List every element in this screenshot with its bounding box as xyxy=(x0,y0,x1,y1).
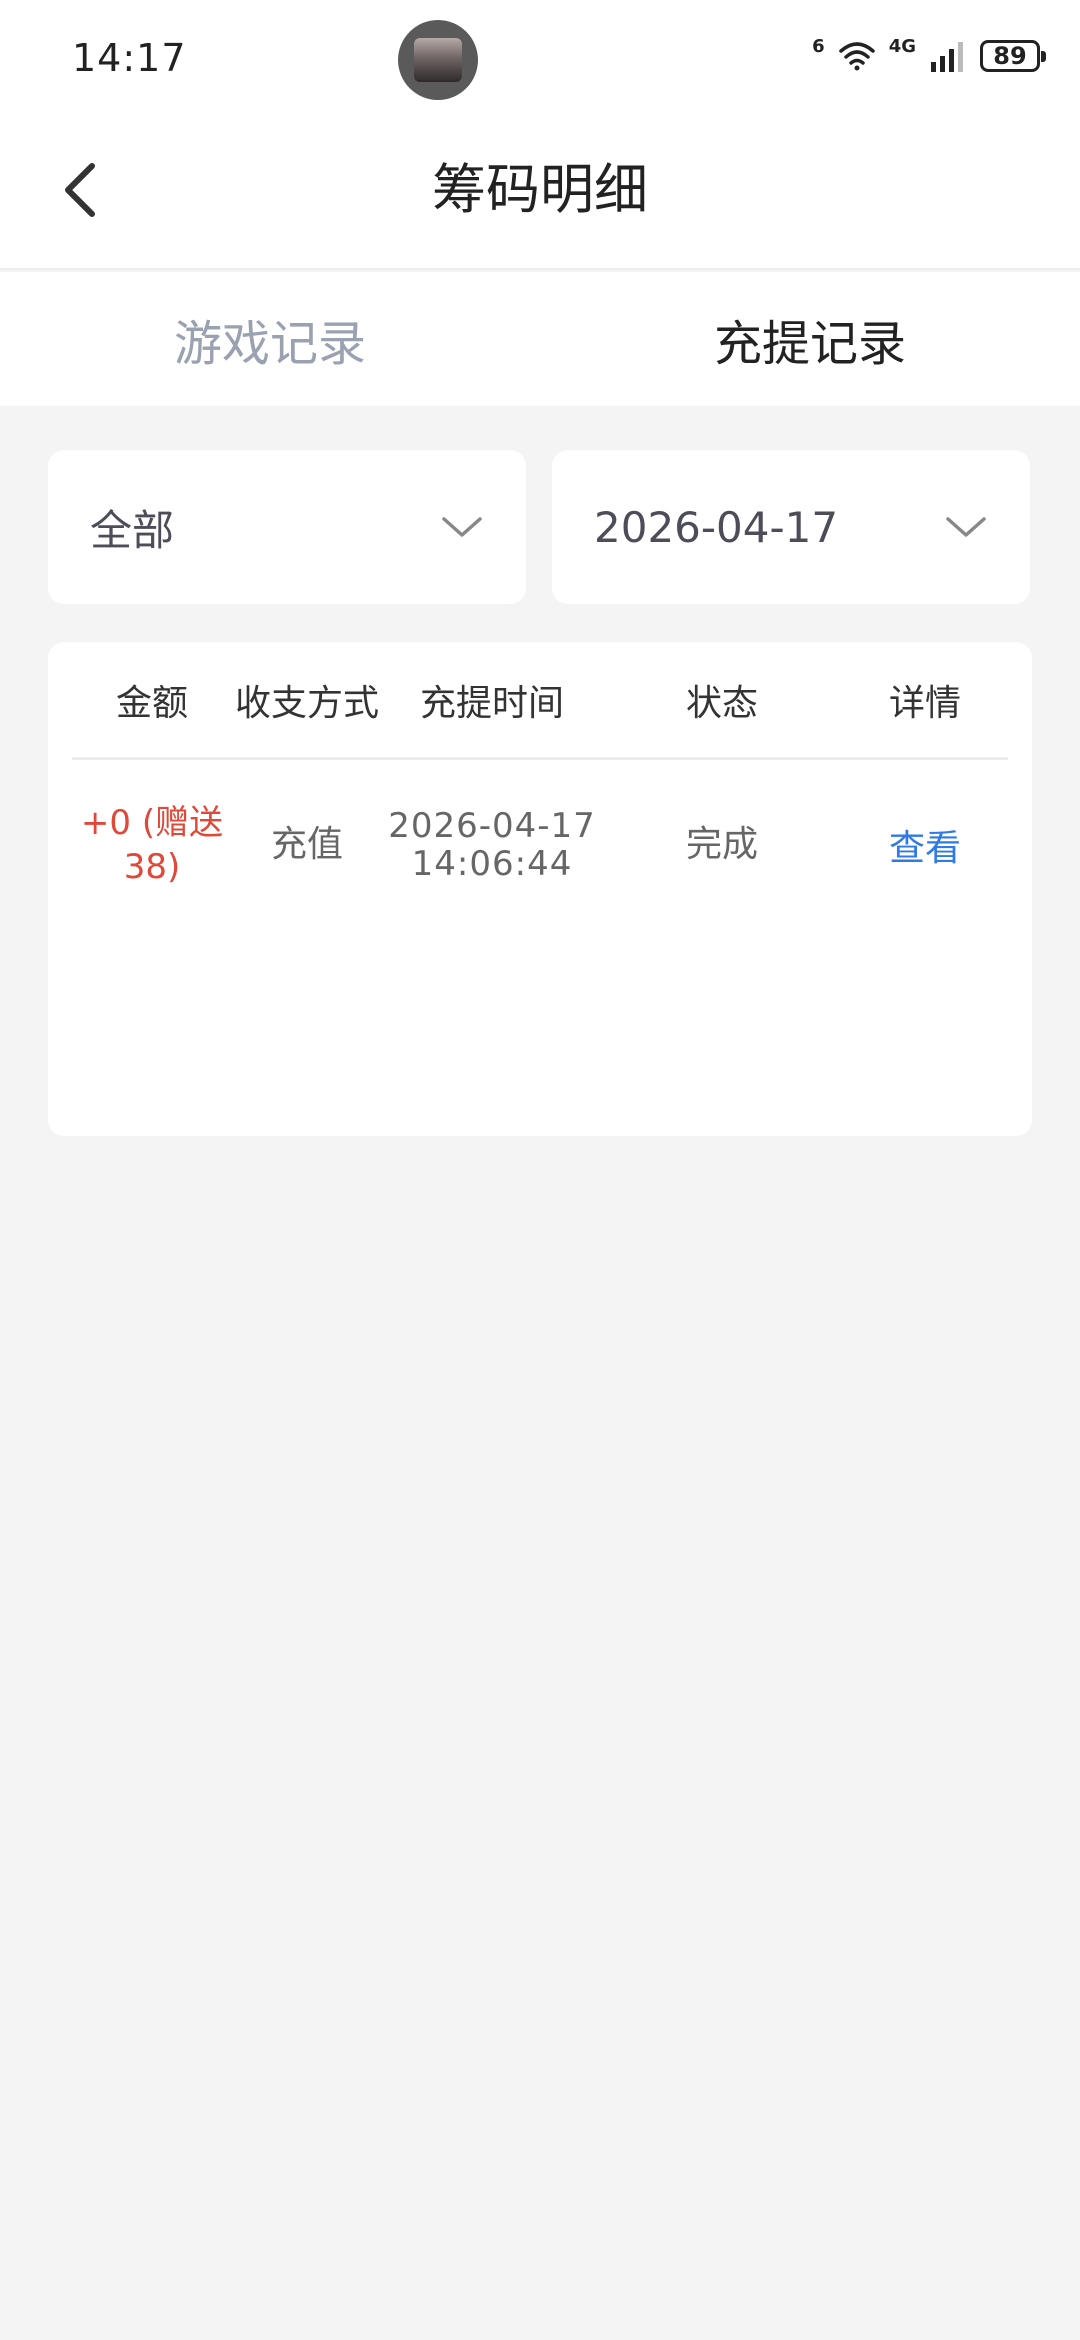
battery-icon: 89 xyxy=(980,40,1046,72)
floating-avatar[interactable] xyxy=(398,20,478,100)
view-detail-link[interactable]: 查看 xyxy=(889,819,961,871)
status-icons: 6 4G 89 xyxy=(812,34,1046,78)
status-value: 完成 xyxy=(685,824,758,865)
page-title: 筹码明细 xyxy=(432,158,648,221)
column-header-amount: 金额 xyxy=(115,682,188,724)
top-bar: 14:17 6 4G 89 筹码明细 xyxy=(0,0,1080,270)
status-time: 14:17 xyxy=(72,36,187,80)
wifi-label: 6 xyxy=(812,35,825,57)
chevron-down-icon xyxy=(442,517,482,537)
time-date: 2026-04-17 xyxy=(388,806,596,846)
column-header-time: 充提时间 xyxy=(419,682,564,724)
amount-value: +0 (赠送38) xyxy=(80,803,224,887)
table-header: 金额 收支方式 充提时间 状态 详情 xyxy=(72,642,1008,760)
column-header-status: 状态 xyxy=(685,682,758,724)
date-filter-value: 2026-04-17 xyxy=(594,502,839,552)
type-filter-value: 全部 xyxy=(90,505,175,555)
time-value: 2026-04-17 14:06:44 xyxy=(382,760,602,930)
tab-game-records[interactable]: 游戏记录 xyxy=(0,272,540,406)
date-filter-dropdown[interactable]: 2026-04-17 xyxy=(552,450,1030,604)
signal-icon xyxy=(931,42,963,72)
method-value: 充值 xyxy=(270,824,343,865)
chevron-down-icon xyxy=(946,517,986,537)
column-header-method: 收支方式 xyxy=(234,682,379,724)
records-table: 金额 收支方式 充提时间 状态 详情 +0 (赠送38) 充值 2026-04-… xyxy=(48,642,1032,1136)
column-header-detail: 详情 xyxy=(888,682,961,724)
tab-deposit-withdraw-records[interactable]: 充提记录 xyxy=(540,272,1080,406)
tab-bar: 游戏记录 充提记录 xyxy=(0,272,1080,406)
type-filter-dropdown[interactable]: 全部 xyxy=(48,450,526,604)
table-row: +0 (赠送38) 充值 2026-04-17 14:06:44 完成 查看 xyxy=(72,760,1008,930)
battery-level: 89 xyxy=(993,42,1027,70)
avatar-image xyxy=(414,38,462,82)
wifi-icon xyxy=(838,42,875,71)
network-type-label: 4G xyxy=(888,35,916,57)
time-clock: 14:06:44 xyxy=(411,844,573,884)
